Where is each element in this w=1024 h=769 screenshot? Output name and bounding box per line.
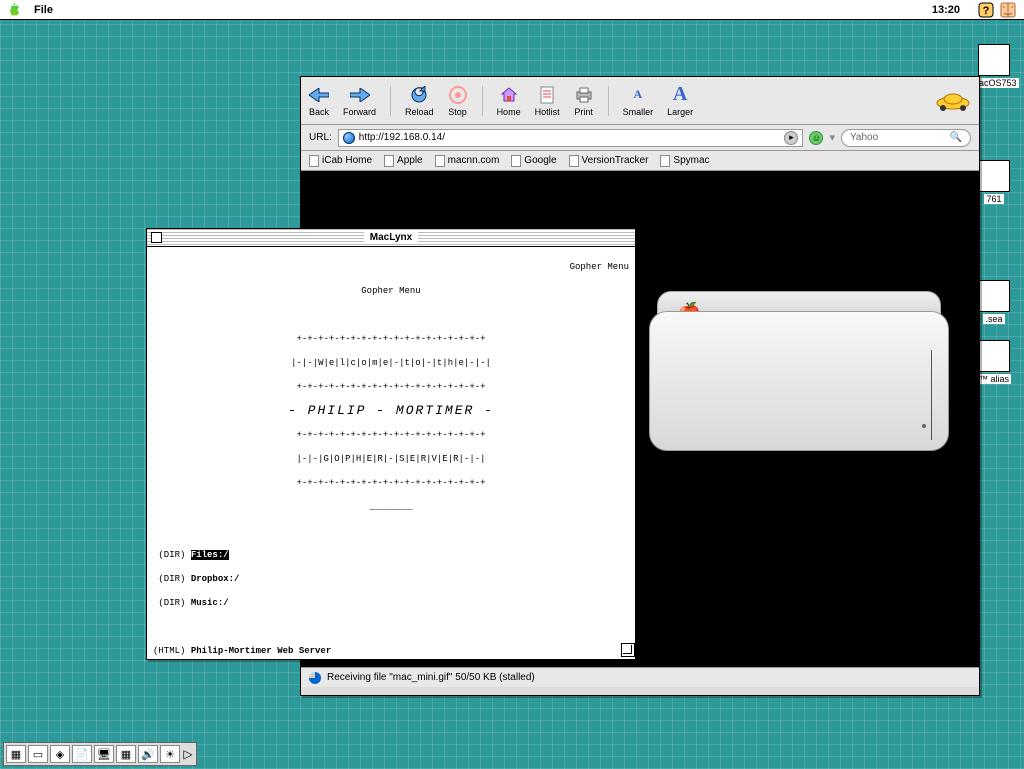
gopher-item[interactable]: (DIR) Music:/	[153, 597, 629, 609]
forward-arrow-icon	[350, 85, 370, 105]
icab-logo-icon	[935, 91, 971, 111]
dock-item[interactable]: 🖥	[94, 745, 114, 763]
dock-item[interactable]: ▦	[116, 745, 136, 763]
svg-text:?: ?	[983, 5, 990, 17]
control-strip: ▦ ▭ ◈ 📄 🖥 ▦ 🔊 ☀ ▷	[3, 742, 197, 766]
ascii-art: +-+-+-+-+-+-+-+-+-+-+-+-+-+-+-+-+-+	[153, 429, 629, 441]
apple-logo-icon[interactable]	[8, 3, 22, 17]
menubar: File 13:20 ?	[0, 0, 1024, 20]
back-arrow-icon	[309, 85, 329, 105]
icab-toolbar: Back Forward Reload Stop Home Hotlist Pr…	[301, 77, 979, 125]
print-icon	[574, 85, 594, 105]
reload-icon	[409, 85, 429, 105]
dock-item[interactable]: ▦	[6, 745, 26, 763]
alias-icon	[978, 340, 1010, 372]
page-icon	[511, 155, 521, 167]
bookmarks-bar: iCab Home Apple macnn.com Google Version…	[301, 151, 979, 171]
menu-file[interactable]: File	[34, 4, 53, 16]
help-icon[interactable]: ?	[978, 2, 994, 18]
url-label: URL:	[309, 132, 332, 143]
back-button[interactable]: Back	[309, 85, 329, 117]
bookmark-item[interactable]: Apple	[384, 155, 423, 167]
ascii-art: - PHILIP - MORTIMER -	[153, 405, 629, 417]
archive-icon	[978, 280, 1010, 312]
bookmark-item[interactable]: Google	[511, 155, 556, 167]
larger-button[interactable]: ALarger	[667, 85, 693, 117]
search-icon: 🔍	[950, 132, 962, 143]
mac-mini-image: 🍎	[649, 291, 959, 491]
dock-item[interactable]: 📄	[72, 745, 92, 763]
page-icon	[660, 155, 670, 167]
url-text: http://192.168.0.14/	[359, 132, 445, 143]
gopher-title: Gopher Menu	[153, 285, 629, 297]
close-button[interactable]	[151, 232, 162, 243]
bookmark-item[interactable]: Spymac	[660, 155, 709, 167]
volume-icon	[978, 160, 1010, 192]
larger-text-icon: A	[670, 85, 690, 105]
bookmark-item[interactable]: iCab Home	[309, 155, 372, 167]
url-bar: URL: http://192.168.0.14/ ▸ ☺ ▾ Yahoo 🔍	[301, 125, 979, 151]
stop-icon	[448, 85, 468, 105]
expand-arrow-icon[interactable]: ▷	[182, 747, 194, 761]
dock-item[interactable]: ◈	[50, 745, 70, 763]
dock-item[interactable]: ☀	[160, 745, 180, 763]
home-icon	[499, 85, 519, 105]
resize-handle[interactable]	[621, 643, 635, 657]
gopher-item[interactable]: (DIR) Files:/	[153, 549, 629, 561]
ascii-art: |-|-|W|e|l|c|o|m|e|-|t|o|-|t|h|e|-|-|	[153, 357, 629, 369]
gopher-item[interactable]: (DIR) Dropbox:/	[153, 573, 629, 585]
dock-item[interactable]: ▭	[28, 745, 48, 763]
url-input[interactable]: http://192.168.0.14/ ▸	[338, 129, 804, 147]
dock-item[interactable]: 🔊	[138, 745, 158, 763]
disk-icon	[978, 44, 1010, 76]
print-button[interactable]: Print	[574, 85, 594, 117]
ascii-art: |-|-|G|O|P|H|E|R|-|S|E|R|V|E|R|-|-|	[153, 453, 629, 465]
hotlist-icon	[537, 85, 557, 105]
globe-icon	[343, 132, 355, 144]
status-text: Receiving file "mac_mini.gif" 50/50 KB (…	[327, 672, 535, 683]
smaller-button[interactable]: ASmaller	[623, 85, 654, 117]
status-bar: Receiving file "mac_mini.gif" 50/50 KB (…	[301, 667, 979, 687]
window-title: MacLynx	[364, 232, 418, 243]
stop-button[interactable]: Stop	[448, 85, 468, 117]
window-titlebar[interactable]: MacLynx	[147, 229, 635, 247]
gopher-item[interactable]: (HTML) Philip-Mortimer Web Server	[153, 645, 629, 657]
go-button[interactable]: ▸	[784, 131, 798, 145]
page-icon	[435, 155, 445, 167]
reload-button[interactable]: Reload	[405, 85, 434, 117]
bookmark-item[interactable]: macnn.com	[435, 155, 500, 167]
page-icon	[384, 155, 394, 167]
bookmark-item[interactable]: VersionTracker	[569, 155, 649, 167]
ascii-art: +-+-+-+-+-+-+-+-+-+-+-+-+-+-+-+-+-+	[153, 381, 629, 393]
home-button[interactable]: Home	[497, 85, 521, 117]
search-input[interactable]: Yahoo 🔍	[841, 129, 971, 147]
progress-icon	[309, 672, 321, 684]
maclynx-window: MacLynx Gopher Menu Gopher Menu +-+-+-+-…	[146, 228, 636, 660]
ascii-art: +-+-+-+-+-+-+-+-+-+-+-+-+-+-+-+-+-+	[153, 333, 629, 345]
page-icon	[569, 155, 579, 167]
forward-button[interactable]: Forward	[343, 85, 376, 117]
gopher-header: Gopher Menu	[153, 261, 629, 273]
smiley-icon[interactable]: ☺	[809, 131, 823, 145]
terminal-content: Gopher Menu Gopher Menu +-+-+-+-+-+-+-+-…	[147, 247, 635, 657]
menubar-clock: 13:20	[932, 4, 960, 16]
finder-icon[interactable]	[1000, 2, 1016, 18]
ascii-art: +-+-+-+-+-+-+-+-+-+-+-+-+-+-+-+-+-+	[153, 477, 629, 489]
page-icon	[309, 155, 319, 167]
smaller-text-icon: A	[628, 85, 648, 105]
hotlist-button[interactable]: Hotlist	[535, 85, 560, 117]
